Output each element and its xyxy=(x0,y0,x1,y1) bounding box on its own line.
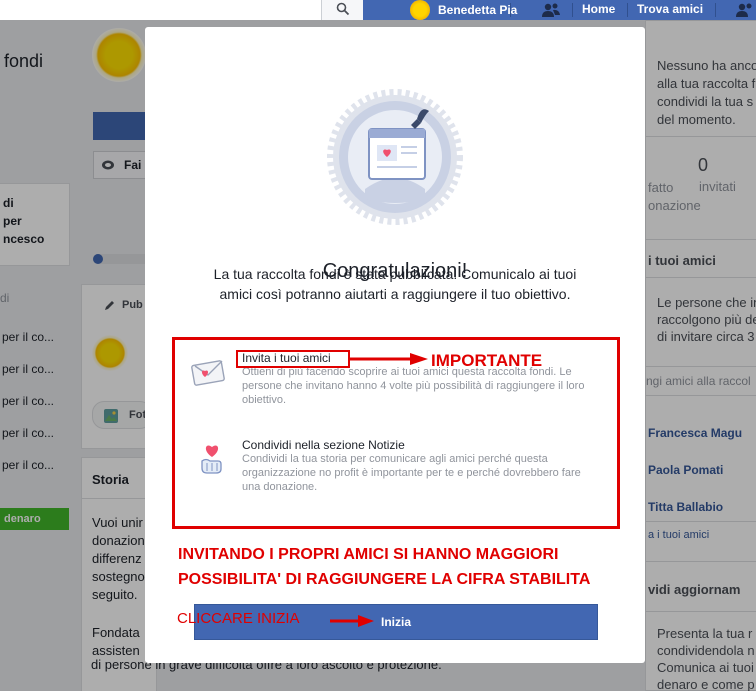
divider xyxy=(572,3,573,17)
avatar xyxy=(410,0,430,20)
annotation-note: INVITANDO I PROPRI AMICI SI HANNO MAGGIO… xyxy=(178,542,590,592)
friend-requests-icon[interactable] xyxy=(735,2,755,18)
annotation-arrow-icon xyxy=(330,615,374,627)
home-link[interactable]: Home xyxy=(576,0,621,20)
search-icon xyxy=(336,2,350,16)
annotation-title-box xyxy=(236,350,350,368)
divider xyxy=(715,3,716,17)
divider xyxy=(510,3,511,17)
annotation-arrow-icon xyxy=(350,353,428,365)
profile-link[interactable]: Benedetta Pia xyxy=(410,0,517,20)
search-button[interactable] xyxy=(321,0,363,20)
annotation-click-start: CLICCARE INIZIA xyxy=(177,610,300,627)
annotation-note-line: INVITANDO I PROPRI AMICI SI HANNO MAGGIO… xyxy=(178,546,559,563)
annotation-note-line: POSSIBILITA' DI RAGGIUNGERE LA CIFRA STA… xyxy=(178,571,591,588)
search-input[interactable] xyxy=(0,0,321,20)
find-friends-link[interactable]: Trova amici xyxy=(631,0,709,20)
top-navigation-bar: Benedetta Pia Home Trova amici xyxy=(0,0,756,20)
divider xyxy=(627,3,628,17)
profile-name: Benedetta Pia xyxy=(438,3,518,17)
annotation-importante: IMPORTANTE xyxy=(431,351,543,370)
friends-icon[interactable] xyxy=(541,2,561,18)
published-badge-icon xyxy=(327,89,463,225)
dialog-description: La tua raccolta fondi è stata pubblicata… xyxy=(213,266,577,302)
